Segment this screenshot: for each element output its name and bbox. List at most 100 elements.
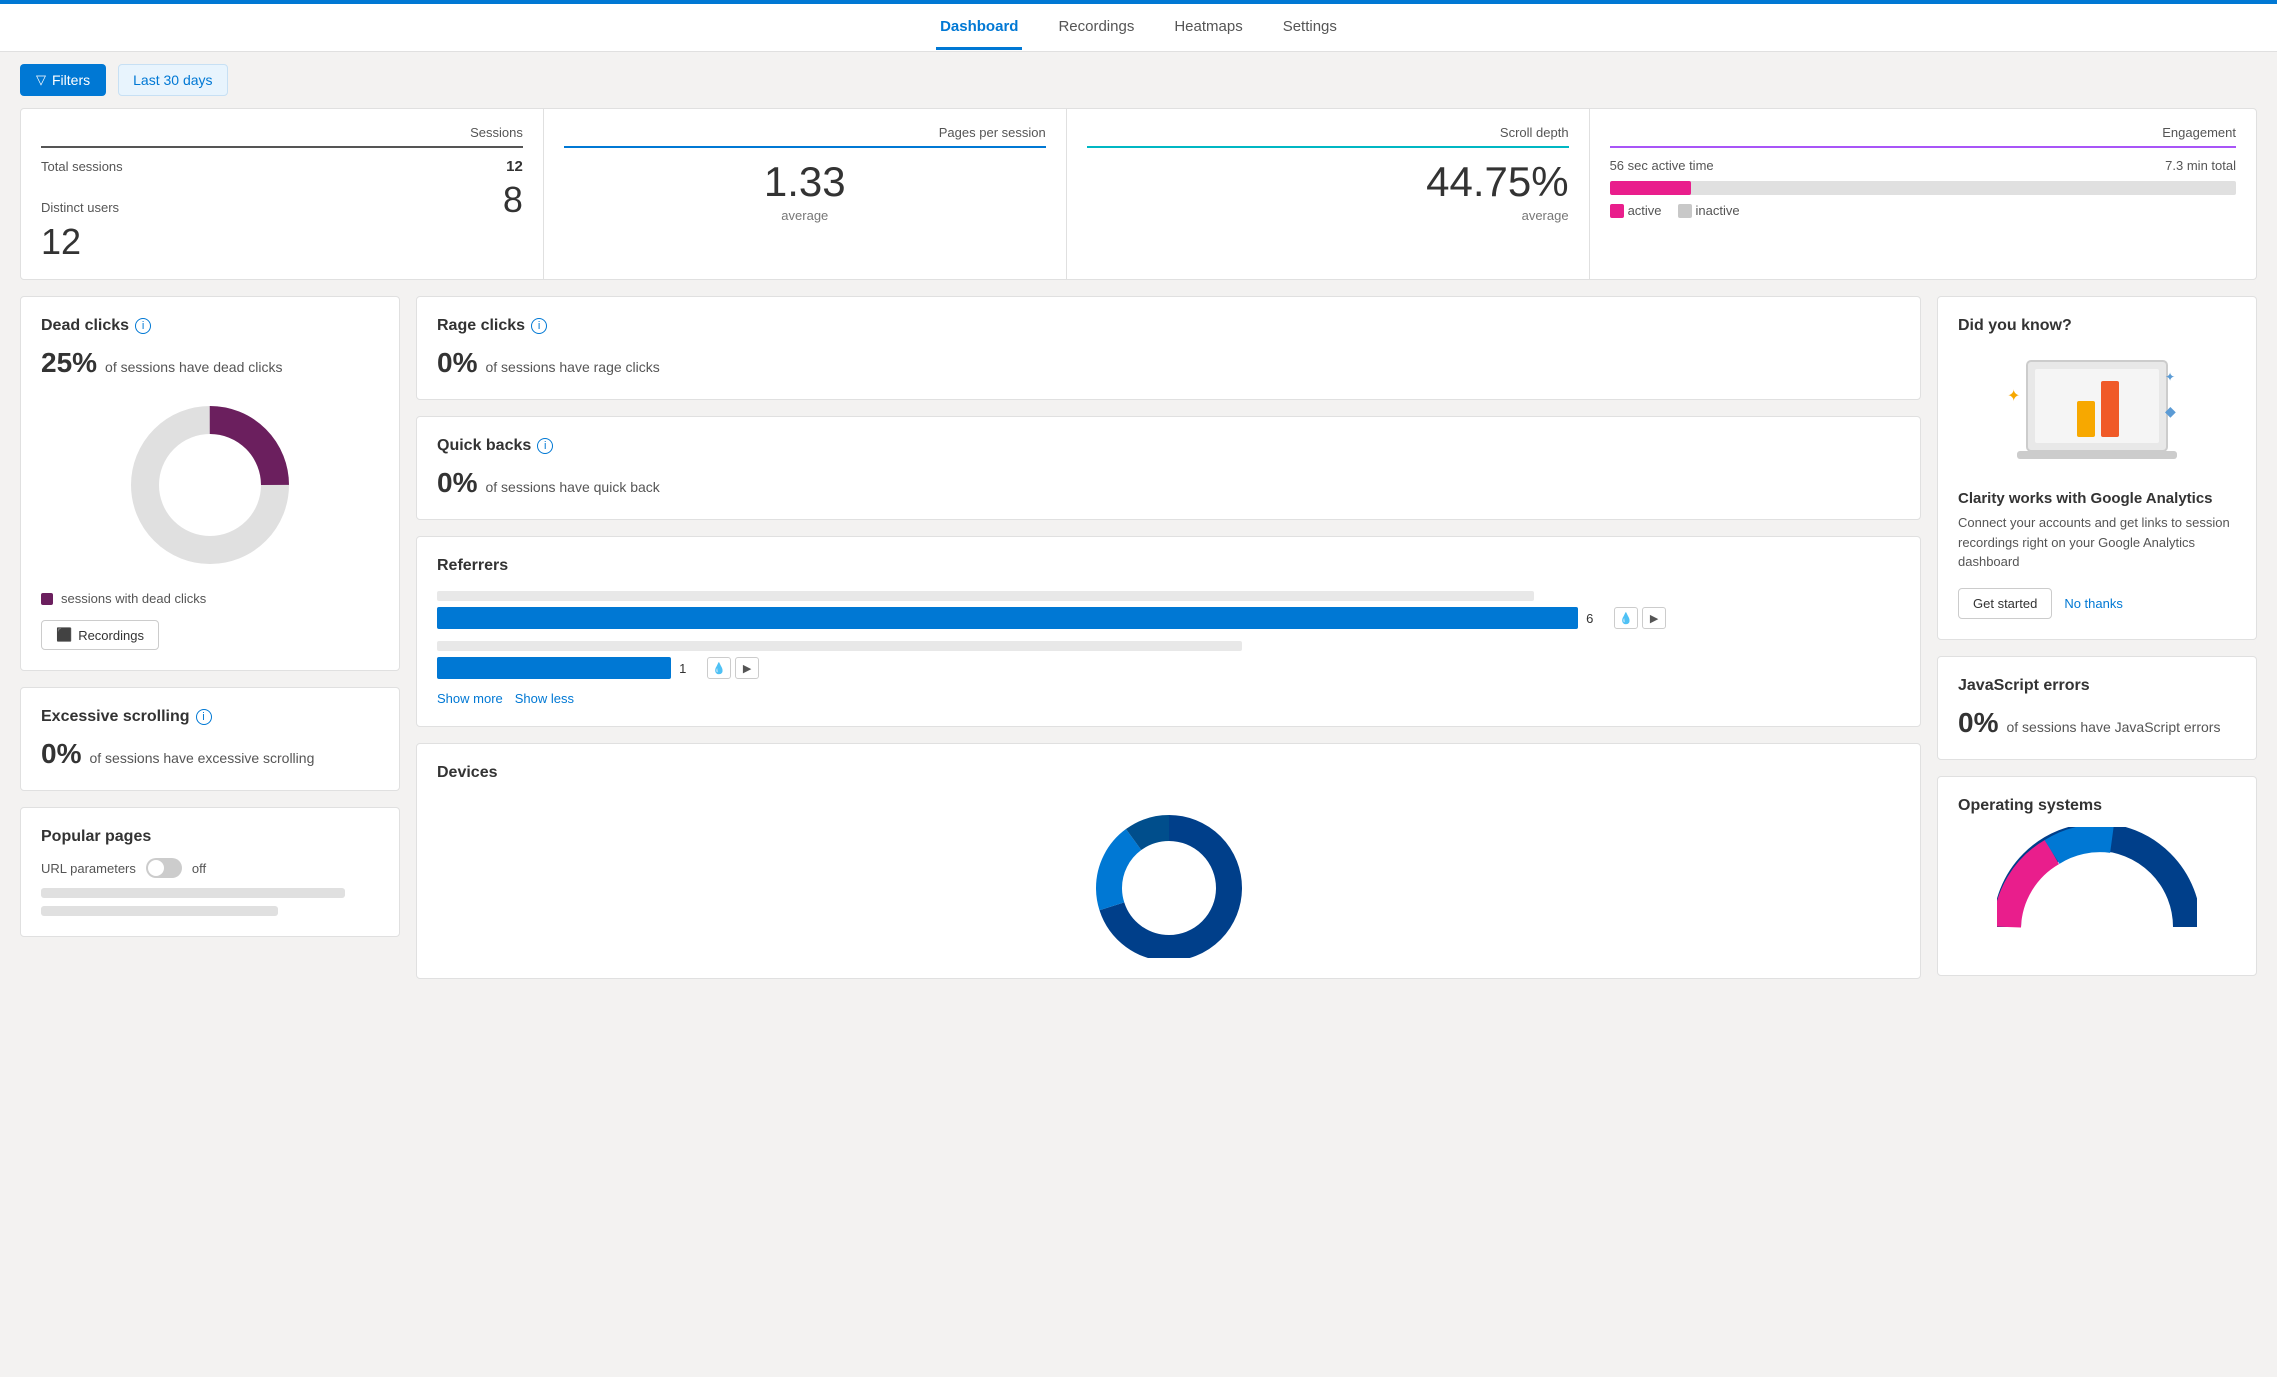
toolbar: ▽ Filters Last 30 days — [0, 52, 2277, 108]
stats-bar: Sessions Total sessions 12 Distinct user… — [20, 108, 2257, 280]
operating-systems-card: Operating systems — [1937, 776, 2257, 976]
quick-backs-info-icon[interactable]: i — [537, 438, 553, 454]
popular-pages-title: Popular pages — [41, 828, 151, 845]
recordings-btn-label: Recordings — [78, 628, 144, 643]
engagement-bar-bg — [1610, 181, 2236, 195]
quick-backs-card: Quick backs i 0% of sessions have quick … — [416, 416, 1921, 520]
dyk-illustration: ✦ ✦ ◆ — [1958, 351, 2236, 474]
no-thanks-button[interactable]: No thanks — [2064, 596, 2123, 611]
referrer-play-icon-2[interactable]: ▶ — [735, 657, 759, 679]
excessive-scrolling-desc: of sessions have excessive scrolling — [89, 750, 314, 766]
tab-settings[interactable]: Settings — [1279, 6, 1341, 50]
referrer-play-icon-1[interactable]: ▶ — [1642, 607, 1666, 629]
referrer-drop-icon-1[interactable]: 💧 — [1614, 607, 1638, 629]
dead-clicks-pct: 25% — [41, 347, 97, 379]
tab-dashboard[interactable]: Dashboard — [936, 6, 1022, 50]
svg-text:✦: ✦ — [2165, 370, 2175, 384]
rage-clicks-card: Rage clicks i 0% of sessions have rage c… — [416, 296, 1921, 400]
show-more-link[interactable]: Show more — [437, 691, 503, 706]
excessive-scrolling-card: Excessive scrolling i 0% of sessions hav… — [20, 687, 400, 791]
dead-clicks-donut-svg — [120, 395, 300, 575]
referrers-card: Referrers 6 💧 ▶ 1 — [416, 536, 1921, 727]
filters-button[interactable]: ▽ Filters — [20, 64, 106, 96]
svg-text:✦: ✦ — [2007, 388, 2020, 405]
date-filter-button[interactable]: Last 30 days — [118, 64, 227, 96]
rage-clicks-info-icon[interactable]: i — [531, 318, 547, 334]
active-legend-dot — [1610, 204, 1624, 218]
total-sessions-big: 12 — [41, 221, 523, 263]
total-sessions-value: 12 — [506, 158, 523, 175]
get-started-button[interactable]: Get started — [1958, 588, 2052, 619]
nav-tabs: Dashboard Recordings Heatmaps Settings — [936, 6, 1341, 50]
url-params-toggle[interactable] — [146, 858, 182, 878]
dead-clicks-legend-label: sessions with dead clicks — [61, 591, 206, 606]
show-less-link[interactable]: Show less — [515, 691, 574, 706]
dead-clicks-card: Dead clicks i 25% of sessions have dead … — [20, 296, 400, 671]
monitor-icon: ⬛ — [56, 627, 72, 643]
referrers-title: Referrers — [437, 557, 508, 574]
svg-text:◆: ◆ — [2165, 403, 2176, 419]
inactive-legend-label: inactive — [1696, 203, 1740, 218]
js-errors-pct: 0% — [1958, 707, 1998, 739]
os-title: Operating systems — [1958, 797, 2102, 814]
distinct-users-label: Distinct users — [41, 200, 119, 215]
dead-clicks-info-icon[interactable]: i — [135, 318, 151, 334]
referrer-url-1 — [437, 591, 1534, 601]
did-you-know-card: Did you know? ✦ ✦ ◆ — [1937, 296, 2257, 640]
url-placeholder-2 — [41, 906, 278, 916]
devices-card: Devices — [416, 743, 1921, 979]
quick-backs-desc: of sessions have quick back — [485, 479, 659, 495]
os-donut-svg — [1997, 827, 2197, 947]
rage-clicks-desc: of sessions have rage clicks — [485, 359, 659, 375]
referrer-row-1: 6 💧 ▶ — [437, 591, 1900, 629]
url-params-label: URL parameters — [41, 861, 136, 876]
pages-per-session-stat: Pages per session 1.33 average — [544, 109, 1067, 279]
referrer-url-2 — [437, 641, 1242, 651]
quick-backs-title: Quick backs — [437, 437, 531, 455]
referrer-drop-icon-2[interactable]: 💧 — [707, 657, 731, 679]
referrer-count-2: 1 — [679, 661, 699, 676]
pages-per-session-header: Pages per session — [564, 125, 1046, 148]
js-errors-card: JavaScript errors 0% of sessions have Ja… — [1937, 656, 2257, 760]
devices-donut-svg — [1079, 798, 1259, 958]
scroll-depth-value: 44.75% — [1087, 158, 1569, 206]
dyk-card-title: Clarity works with Google Analytics — [1958, 490, 2236, 507]
dead-clicks-legend-sq — [41, 593, 53, 605]
dead-clicks-donut — [41, 395, 379, 575]
dead-clicks-title: Dead clicks — [41, 317, 129, 335]
main-content: Dead clicks i 25% of sessions have dead … — [0, 296, 2277, 999]
sessions-stat: Sessions Total sessions 12 Distinct user… — [21, 109, 544, 279]
js-errors-desc: of sessions have JavaScript errors — [2006, 719, 2220, 735]
total-time-label: 7.3 min total — [2165, 158, 2236, 173]
recordings-button[interactable]: ⬛ Recordings — [41, 620, 159, 650]
distinct-users-value: 8 — [503, 179, 523, 221]
tab-heatmaps[interactable]: Heatmaps — [1170, 6, 1246, 50]
toggle-state: off — [192, 861, 206, 876]
inactive-legend-dot — [1678, 204, 1692, 218]
js-errors-title: JavaScript errors — [1958, 677, 2090, 694]
tab-recordings[interactable]: Recordings — [1054, 6, 1138, 50]
devices-title: Devices — [437, 764, 498, 781]
referrer-bar-1 — [437, 607, 1578, 629]
quick-backs-pct: 0% — [437, 467, 477, 499]
rage-clicks-title: Rage clicks — [437, 317, 525, 335]
scroll-depth-sub: average — [1087, 208, 1569, 223]
referrer-bar-2 — [437, 657, 671, 679]
excessive-scrolling-pct: 0% — [41, 738, 81, 770]
engagement-bar-active — [1610, 181, 1691, 195]
rage-clicks-pct: 0% — [437, 347, 477, 379]
referrer-row-2: 1 💧 ▶ — [437, 641, 1900, 679]
middle-column: Rage clicks i 0% of sessions have rage c… — [416, 296, 1921, 979]
referrer-count-1: 6 — [1586, 611, 1606, 626]
excessive-scrolling-info-icon[interactable]: i — [196, 709, 212, 725]
did-you-know-title: Did you know? — [1958, 317, 2072, 334]
pages-per-session-value: 1.33 — [564, 158, 1046, 206]
engagement-header: Engagement — [1610, 125, 2236, 148]
right-column: Did you know? ✦ ✦ ◆ — [1937, 296, 2257, 979]
filters-label: Filters — [52, 72, 90, 88]
url-placeholder-1 — [41, 888, 345, 898]
active-time-label: 56 sec active time — [1610, 158, 1714, 173]
pages-per-session-sub: average — [564, 208, 1046, 223]
dead-clicks-desc: of sessions have dead clicks — [105, 359, 282, 375]
filter-icon: ▽ — [36, 72, 46, 88]
